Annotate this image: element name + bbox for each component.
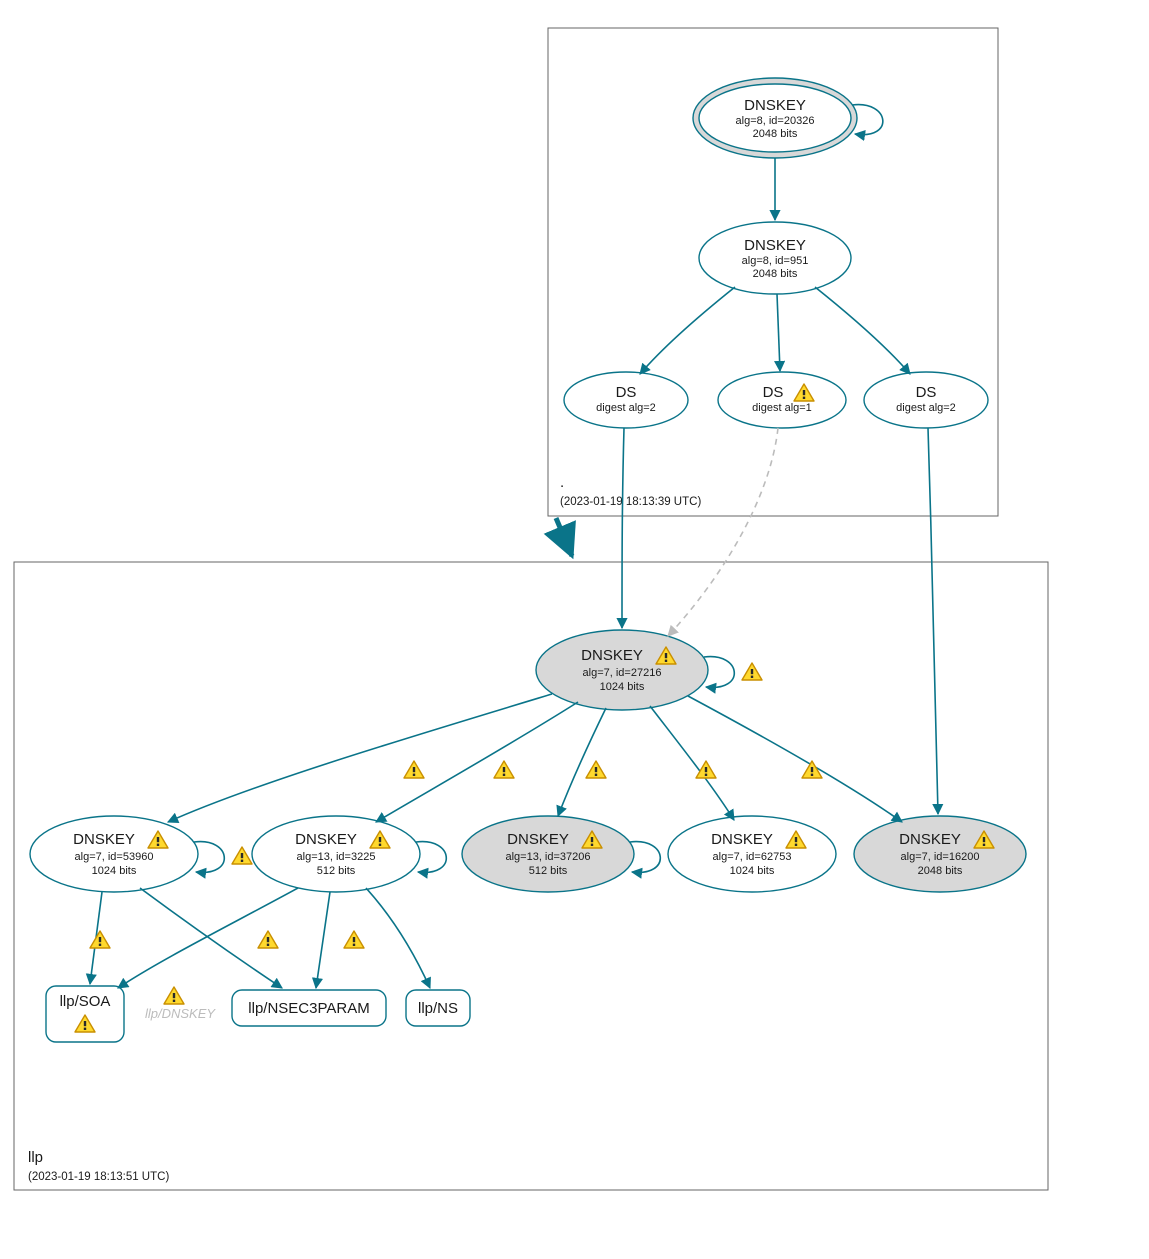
edge-dsleft-llpksk bbox=[622, 428, 624, 628]
rrset-label: llp/NSEC3PARAM bbox=[248, 1000, 369, 1017]
edge-delegation-root-llp bbox=[556, 518, 572, 556]
node-title: DS bbox=[616, 384, 637, 401]
node-sub2: 512 bits bbox=[529, 865, 568, 877]
rrset-label: llp/NS bbox=[418, 1000, 458, 1017]
edge-rootzsk-dsright bbox=[815, 287, 910, 374]
node-title: DNSKEY bbox=[711, 831, 773, 848]
rrset-ns: llp/NS bbox=[406, 990, 470, 1026]
node-sub2: 2048 bits bbox=[918, 865, 963, 877]
zone-root-timestamp: (2023-01-19 18:13:39 UTC) bbox=[560, 496, 701, 508]
node-sub2: 1024 bits bbox=[730, 865, 775, 877]
edge-53960-nsec3 bbox=[140, 888, 282, 988]
zone-llp-timestamp: (2023-01-19 18:13:51 UTC) bbox=[28, 1171, 169, 1183]
node-sub1: alg=13, id=37206 bbox=[505, 851, 590, 863]
node-dnskey-llp-53960: DNSKEY alg=7, id=53960 1024 bits bbox=[30, 816, 198, 892]
node-sub1: digest alg=2 bbox=[596, 402, 656, 414]
node-title: DNSKEY bbox=[73, 831, 135, 848]
warning-icon bbox=[586, 761, 606, 778]
edge-rootzsk-dsmid bbox=[777, 294, 780, 371]
edge-llpksk-53960 bbox=[168, 694, 552, 822]
zone-root-label: . bbox=[560, 474, 564, 491]
edge-dsmid-llpksk bbox=[668, 428, 778, 636]
node-sub1: alg=8, id=20326 bbox=[736, 115, 815, 127]
node-dnskey-root-ksk: DNSKEY alg=8, id=20326 2048 bits bbox=[693, 78, 857, 158]
node-sub1: alg=7, id=16200 bbox=[901, 851, 980, 863]
warning-icon bbox=[90, 931, 110, 948]
warning-icon bbox=[494, 761, 514, 778]
edge-dsright-llp16200 bbox=[928, 428, 938, 814]
node-sub2: 2048 bits bbox=[753, 268, 798, 280]
node-sub2: 512 bits bbox=[317, 865, 356, 877]
node-dnskey-llp-62753: DNSKEY alg=7, id=62753 1024 bits bbox=[668, 816, 836, 892]
node-dnskey-llp-16200: DNSKEY alg=7, id=16200 2048 bits bbox=[854, 816, 1026, 892]
rrset-soa: llp/SOA bbox=[46, 986, 124, 1042]
edge-3225-ns bbox=[366, 888, 430, 988]
warning-icon bbox=[164, 987, 184, 1004]
node-ds-left: DS digest alg=2 bbox=[564, 372, 688, 428]
warning-icon bbox=[404, 761, 424, 778]
node-title: DS bbox=[916, 384, 937, 401]
node-sub1: alg=7, id=27216 bbox=[583, 667, 662, 679]
node-dnskey-llp-3225: DNSKEY alg=13, id=3225 512 bits bbox=[252, 816, 420, 892]
node-title: DS bbox=[763, 384, 784, 401]
edge-3225-nsec3 bbox=[316, 892, 330, 988]
node-sub1: alg=8, id=951 bbox=[742, 255, 809, 267]
node-sub1: alg=7, id=53960 bbox=[75, 851, 154, 863]
rrset-label: llp/SOA bbox=[60, 993, 111, 1010]
node-sub1: digest alg=2 bbox=[896, 402, 956, 414]
node-title: DNSKEY bbox=[744, 97, 806, 114]
edge-self-llp-53960 bbox=[194, 842, 224, 873]
warning-icon bbox=[232, 847, 252, 864]
node-title: DNSKEY bbox=[744, 237, 806, 254]
node-dnskey-llp-ksk: DNSKEY alg=7, id=27216 1024 bits bbox=[536, 630, 708, 710]
warning-icon bbox=[258, 931, 278, 948]
node-dnskey-llp-37206: DNSKEY alg=13, id=37206 512 bits bbox=[462, 816, 634, 892]
warning-icon bbox=[742, 663, 762, 680]
node-title: DNSKEY bbox=[295, 831, 357, 848]
edge-self-llp-3225 bbox=[416, 842, 446, 873]
node-title: DNSKEY bbox=[507, 831, 569, 848]
edge-rootzsk-dsleft bbox=[640, 287, 735, 374]
node-sub2: 2048 bits bbox=[753, 128, 798, 140]
node-title: DNSKEY bbox=[581, 647, 643, 664]
node-sub1: digest alg=1 bbox=[752, 402, 812, 414]
node-sub2: 1024 bits bbox=[600, 681, 645, 693]
rrset-dnskey-ghost: llp/DNSKEY bbox=[145, 1006, 216, 1021]
edge-llpksk-3225 bbox=[376, 702, 578, 822]
node-sub1: alg=7, id=62753 bbox=[713, 851, 792, 863]
node-ds-right: DS digest alg=2 bbox=[864, 372, 988, 428]
rrset-nsec3param: llp/NSEC3PARAM bbox=[232, 990, 386, 1026]
node-title: DNSKEY bbox=[899, 831, 961, 848]
edge-self-llp-37206 bbox=[630, 842, 660, 873]
zone-llp-label: llp bbox=[28, 1149, 43, 1166]
node-ds-mid: DS digest alg=1 bbox=[718, 372, 846, 428]
edge-llpksk-16200 bbox=[688, 696, 902, 822]
node-sub2: 1024 bits bbox=[92, 865, 137, 877]
edge-llpksk-37206 bbox=[558, 708, 606, 816]
edge-llpksk-62753 bbox=[650, 706, 734, 820]
warning-icon bbox=[344, 931, 364, 948]
node-sub1: alg=13, id=3225 bbox=[297, 851, 376, 863]
node-dnskey-root-zsk: DNSKEY alg=8, id=951 2048 bits bbox=[699, 222, 851, 294]
